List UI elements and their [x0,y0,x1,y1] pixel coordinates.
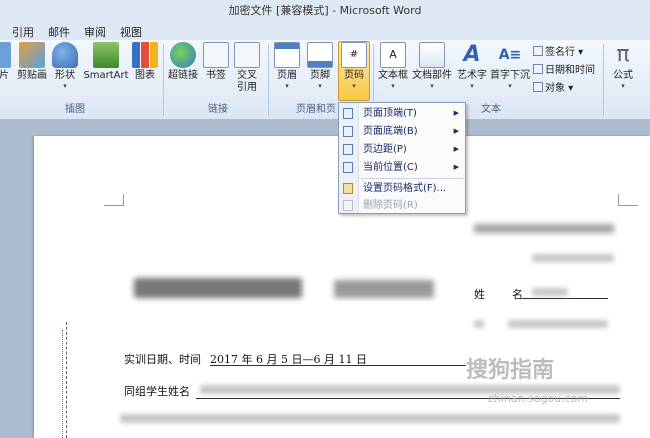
smartart-icon [93,42,119,68]
picture-button[interactable]: 片 [0,42,12,100]
ribbon: 片 剪贴画 形状 ▾ SmartArt 图表 插图 超链接 书签 交叉 引用 链… [0,40,650,120]
chevron-down-icon: ▾ [391,82,395,90]
tab-mailings[interactable]: 邮件 [48,24,70,40]
margin-guide [62,330,63,438]
delete-icon [343,200,353,211]
group-separator [603,44,604,116]
picture-icon [0,42,11,68]
watermark-url: zhinan.sogou.com [488,392,589,405]
tab-view[interactable]: 视图 [120,24,142,40]
signature-icon [533,46,543,56]
bookmark-button[interactable]: 书签 [203,42,229,100]
group-students-label: 同组学生姓名 [124,385,190,398]
page-number-button[interactable]: # 页码 ▾ [338,41,370,101]
quick-parts-icon [419,42,445,68]
page-icon [343,126,353,137]
clipart-icon [19,42,45,68]
cross-reference-icon [234,42,260,68]
menu-item-current-position[interactable]: 当前位置(C) ▶ [339,159,465,176]
footer-button[interactable]: 页脚 ▾ [305,42,335,100]
group-separator [163,44,164,116]
underline [522,298,608,299]
chevron-right-icon: ▶ [453,163,459,171]
menu-item-format-page-numbers[interactable]: 设置页码格式(F)... [339,180,465,197]
menu-item-remove-page-numbers: 删除页码(R) [339,197,465,214]
chevron-down-icon: ▾ [470,82,474,90]
signature-line-button[interactable]: 签名行 ▾ [533,43,583,58]
redacted-title [134,278,302,298]
shapes-button[interactable]: 形状 ▾ [52,42,78,100]
chevron-down-icon: ▾ [285,82,289,90]
menu-item-bottom-of-page[interactable]: 页面底端(B) ▶ [339,123,465,140]
date-time-button[interactable]: 日期和时间 [533,61,595,76]
chart-icon [132,42,158,68]
name-field-label: 姓 [474,288,485,301]
chevron-down-icon: ▾ [352,82,356,90]
pi-icon: π [616,42,630,67]
group-separator [268,44,269,116]
name-field-label: 名 [512,288,523,301]
header-button[interactable]: 页眉 ▾ [272,42,302,100]
chevron-down-icon: ▾ [621,82,625,90]
redacted-title [334,280,434,298]
object-button[interactable]: 对象 ▾ [533,79,573,94]
menu-item-page-margins[interactable]: 页边距(P) ▶ [339,141,465,158]
corner-mark [104,194,124,206]
group-header-footer: 页眉和页 [296,104,336,115]
redacted-text [508,320,608,328]
redacted-text [532,254,614,262]
chevron-down-icon: ▾ [430,82,434,90]
quick-parts-button[interactable]: 文档部件 ▾ [411,42,453,100]
page-number-icon: # [341,42,367,68]
page-icon [343,108,353,119]
cross-reference-button[interactable]: 交叉 引用 [232,42,262,100]
chevron-right-icon: ▶ [453,145,459,153]
calendar-icon [533,64,543,74]
watermark: 搜狗指南 [466,358,555,383]
group-illustrations: 插图 [65,104,85,115]
equation-button[interactable]: π 公式 ▾ [608,42,638,100]
shapes-icon [52,42,78,68]
tab-review[interactable]: 审阅 [84,24,106,40]
page-icon [343,144,353,155]
textbox-icon: A [380,42,406,68]
chevron-down-icon: ▾ [508,82,512,90]
margin-guide [66,322,67,438]
wordart-icon: A [463,42,481,67]
hyperlink-button[interactable]: 超链接 [166,42,200,100]
group-text: 文本 [481,104,501,115]
redacted-text [532,288,568,296]
object-icon [533,82,543,92]
page-icon [343,162,353,173]
header-icon [274,42,300,68]
chart-button[interactable]: 图表 [132,42,158,100]
textbox-button[interactable]: A 文本框 ▾ [376,42,410,100]
chevron-down-icon: ▾ [318,82,322,90]
footer-icon [307,42,333,68]
tab-references[interactable]: 引用 [12,24,34,40]
bookmark-icon [203,42,229,68]
menu-item-top-of-page[interactable]: 页面顶端(T) ▶ [339,105,465,122]
smartart-button[interactable]: SmartArt [82,42,130,100]
clipart-button[interactable]: 剪贴画 [16,42,48,100]
dropcap-icon: A≡ [498,47,522,63]
chevron-down-icon: ▾ [63,82,67,90]
chevron-right-icon: ▶ [453,127,459,135]
format-icon [343,183,353,194]
redacted-text [474,320,484,328]
window-title: 加密文件 [兼容模式] - Microsoft Word [0,0,650,22]
wordart-button[interactable]: A 艺术字 ▾ [455,42,489,100]
underline [210,365,466,366]
page-number-menu: 页面顶端(T) ▶ 页面底端(B) ▶ 页边距(P) ▶ 当前位置(C) ▶ 设… [338,102,466,214]
group-links: 链接 [208,104,228,115]
chevron-right-icon: ▶ [453,109,459,117]
corner-mark [618,194,638,206]
redacted-text [120,414,620,423]
ribbon-tabs: 引用 邮件 审阅 视图 [0,22,650,40]
training-date-label: 实训日期、时间 [124,353,201,366]
redacted-text [474,224,614,233]
globe-icon [170,42,196,68]
dropcap-button[interactable]: A≡ 首字下沉 ▾ [490,42,530,100]
menu-separator [361,178,463,179]
